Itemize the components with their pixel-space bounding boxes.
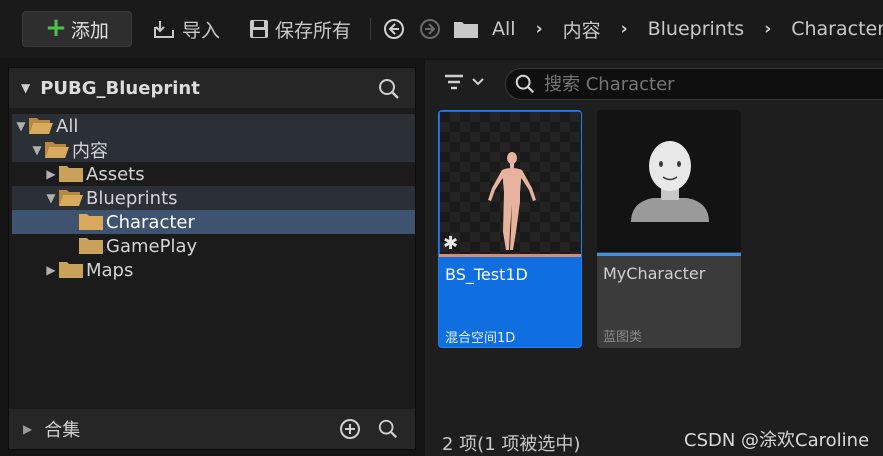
chevron-right-icon[interactable]: › — [621, 19, 628, 39]
save-icon — [250, 20, 268, 38]
tree-item-label: Blueprints — [86, 187, 178, 209]
import-icon — [154, 21, 174, 38]
collapsed-triangle-icon[interactable]: ▶ — [23, 422, 32, 436]
filter-icon — [445, 74, 463, 90]
character-avatar-icon — [631, 141, 709, 222]
asset-search-box[interactable] — [505, 68, 883, 100]
collapse-triangle-icon[interactable]: ▼ — [21, 81, 30, 95]
asset-type: 蓝图类 — [603, 330, 643, 345]
collapsed-arrow-icon[interactable]: ▶ — [44, 167, 58, 181]
breadcrumb-item-blueprints[interactable]: Blueprints — [648, 18, 745, 40]
chevron-down-icon — [472, 78, 484, 86]
folder-icon — [454, 22, 478, 38]
tree-item-label: GamePlay — [106, 235, 198, 257]
tree-item-maps[interactable]: ▶ Maps — [12, 258, 415, 282]
folder-open-icon — [29, 118, 53, 134]
expand-arrow-icon[interactable]: ▼ — [30, 143, 44, 157]
folder-icon — [79, 238, 103, 254]
tree-item-character[interactable]: Character — [12, 210, 415, 234]
folder-icon — [59, 166, 83, 182]
toolbar: + 添加 导入 保存所有 All › 内容 › Blueprints › Cha… — [0, 0, 883, 58]
folder-open-icon — [45, 142, 69, 158]
search-icon[interactable] — [377, 77, 401, 101]
tree-item-all[interactable]: ▼ All — [12, 114, 415, 138]
add-collection-icon[interactable] — [339, 418, 361, 440]
save-all-button[interactable]: 保存所有 — [249, 14, 351, 44]
asterisk-icon: ✱ — [443, 233, 459, 254]
source-tree-panel: ▼ PUBG_Blueprint ▼ All ▼ 内容 ▶ Assets ▼ B… — [8, 67, 416, 450]
asset-name: BS_Test1D — [445, 265, 528, 284]
tree-item-label: 内容 — [72, 141, 108, 162]
expand-arrow-icon[interactable]: ▼ — [44, 191, 58, 205]
breadcrumb: All › 内容 › Blueprints › Character — [492, 14, 883, 44]
tree-item-content[interactable]: ▼ 内容 — [12, 138, 415, 162]
tree-item-blueprints[interactable]: ▼ Blueprints — [12, 186, 415, 210]
asset-type-color-bar — [597, 253, 741, 256]
tree-item-label: Assets — [86, 163, 145, 185]
forward-arrow-icon[interactable] — [419, 18, 441, 40]
back-arrow-icon[interactable] — [383, 18, 405, 40]
asset-thumbnail — [597, 110, 741, 252]
asset-search-input[interactable] — [544, 73, 844, 95]
tree-item-assets[interactable]: ▶ Assets — [12, 162, 415, 186]
import-button[interactable]: 导入 — [152, 14, 220, 44]
asset-tile-bs-test1d[interactable]: ✱ BS_Test1D 混合空间1D — [438, 110, 582, 348]
tree-item-label: All — [56, 115, 79, 137]
watermark: CSDN @涂欢Caroline — [684, 430, 870, 451]
breadcrumb-item-all[interactable]: All — [492, 18, 516, 40]
add-button-label: 添加 — [70, 19, 109, 42]
plus-icon: + — [45, 12, 67, 43]
selection-status: 2 项(1 项被选中) — [442, 434, 581, 455]
breadcrumb-item-character[interactable]: Character — [791, 18, 883, 40]
search-icon — [515, 74, 535, 94]
asset-thumbnail: ✱ — [440, 112, 581, 254]
collections-section[interactable]: ▶ 合集 — [9, 409, 415, 449]
source-tree-header[interactable]: ▼ PUBG_Blueprint — [9, 68, 415, 108]
collapsed-arrow-icon[interactable]: ▶ — [44, 263, 58, 277]
folder-icon — [79, 214, 103, 230]
asset-name: MyCharacter — [603, 264, 706, 283]
search-icon[interactable] — [377, 418, 399, 440]
expand-arrow-icon[interactable]: ▼ — [14, 119, 28, 133]
folder-open-icon — [59, 190, 83, 206]
asset-type-color-bar — [439, 254, 581, 257]
chevron-right-icon[interactable]: › — [764, 19, 771, 39]
tree-item-gameplay[interactable]: GamePlay — [12, 234, 415, 258]
asset-type: 混合空间1D — [445, 331, 516, 346]
save-all-label: 保存所有 — [275, 19, 352, 42]
toolbar-divider — [370, 18, 371, 40]
asset-tile-mycharacter[interactable]: MyCharacter 蓝图类 — [597, 110, 741, 348]
asset-view-panel: ✱ BS_Test1D 混合空间1D MyCharacter 蓝图类 2 项(1… — [425, 60, 883, 456]
filter-dropdown[interactable] — [443, 72, 485, 92]
import-label: 导入 — [182, 19, 221, 42]
breadcrumb-item-content[interactable]: 内容 — [563, 16, 601, 43]
chevron-right-icon[interactable]: › — [536, 19, 543, 39]
project-title: PUBG_Blueprint — [40, 77, 200, 99]
folder-icon — [59, 262, 83, 278]
add-button[interactable]: + 添加 — [22, 11, 132, 47]
collections-label: 合集 — [44, 420, 81, 441]
character-figure-icon — [488, 152, 536, 250]
tree-item-label: Character — [106, 211, 195, 233]
tree-item-label: Maps — [86, 259, 134, 281]
